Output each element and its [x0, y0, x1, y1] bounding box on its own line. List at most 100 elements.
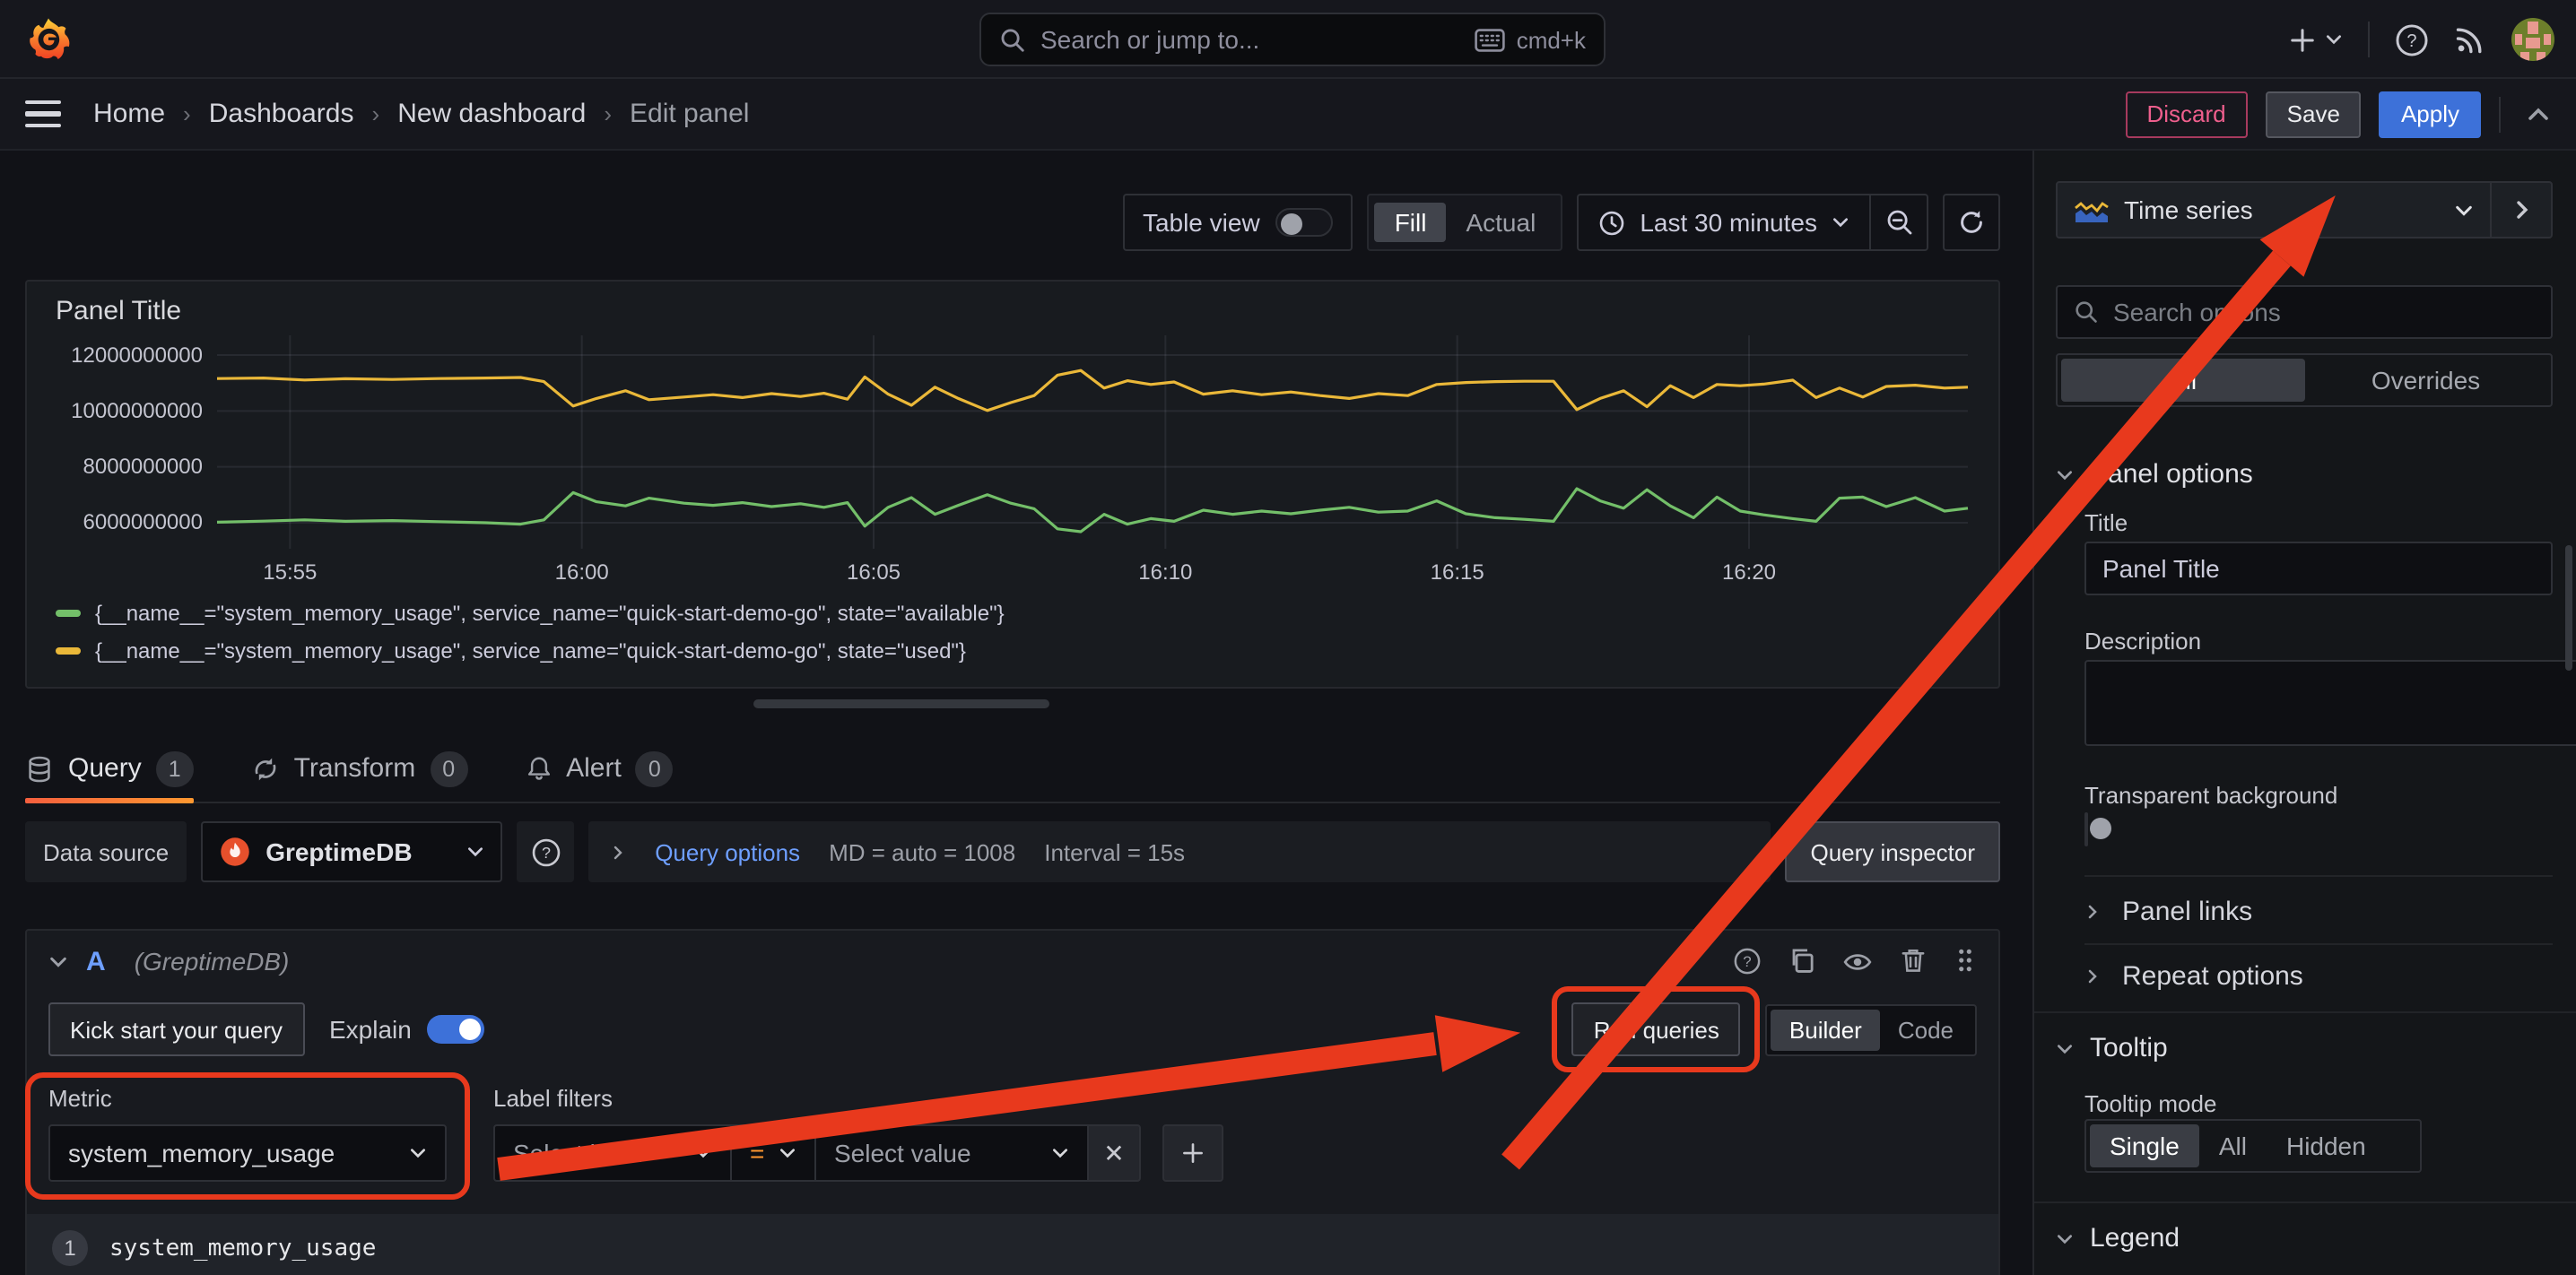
help-icon[interactable]: ?: [2395, 22, 2429, 56]
add-new-button[interactable]: [2289, 26, 2343, 53]
datasource-picker[interactable]: GreptimeDB: [201, 821, 502, 882]
kick-start-query-button[interactable]: Kick start your query: [48, 1002, 304, 1056]
collapse-options-chevron-up-icon[interactable]: [2526, 101, 2551, 126]
drag-handle-grip-icon[interactable]: [1954, 946, 1977, 976]
viz-suggestions-chevron-right-icon[interactable]: [2492, 183, 2551, 237]
search-icon: [999, 26, 1026, 53]
options-filter-switch: All Overrides: [2056, 353, 2553, 407]
save-button[interactable]: Save: [2266, 91, 2362, 137]
legend-item[interactable]: {__name__="system_memory_usage", service…: [56, 601, 1005, 626]
chevron-right-icon[interactable]: [610, 844, 626, 860]
query-toolbar: Kick start your query Explain Run querie…: [48, 1002, 1977, 1056]
grafana-logo-icon[interactable]: [25, 16, 72, 63]
zoom-out-time-icon[interactable]: [1869, 195, 1927, 249]
filter-all-option[interactable]: All: [2061, 359, 2304, 402]
global-search-input[interactable]: Search or jump to... cmd+k: [979, 13, 1606, 66]
explain-toggle[interactable]: [428, 1015, 485, 1044]
legend-label: {__name__="system_memory_usage", service…: [95, 638, 966, 664]
discard-button[interactable]: Discard: [2126, 91, 2248, 137]
table-view-label: Table view: [1143, 208, 1260, 237]
chevron-down-icon: [2056, 1229, 2074, 1247]
bell-icon: [525, 755, 552, 782]
operator-dropdown[interactable]: =: [730, 1124, 814, 1182]
x-axis-tick-label: 16:00: [525, 559, 640, 585]
add-filter-plus-icon[interactable]: [1162, 1124, 1223, 1182]
select-label-dropdown[interactable]: Select label: [493, 1124, 730, 1182]
chevron-down-icon[interactable]: [48, 951, 68, 971]
query-editor-card: A (GreptimeDB) ? Kick start your query E…: [25, 929, 2000, 1275]
grafana-edit-panel-screen: Search or jump to... cmd+k ?: [0, 0, 2576, 1275]
apply-button[interactable]: Apply: [2380, 91, 2481, 137]
metric-annotation-ring: Metric system_memory_usage: [48, 1085, 447, 1182]
time-range-picker[interactable]: Last 30 minutes: [1579, 195, 1869, 249]
editor-tabs: Query 1 Transform 0 Alert 0: [25, 735, 2000, 803]
query-datasource-hint: (GreptimeDB): [135, 947, 290, 976]
filter-overrides-option[interactable]: Overrides: [2304, 359, 2547, 402]
tab-alert[interactable]: Alert 0: [525, 734, 674, 802]
metric-select[interactable]: system_memory_usage: [48, 1124, 447, 1182]
x-axis-tick-label: 16:05: [816, 559, 931, 585]
menu-hamburger-icon[interactable]: [25, 100, 61, 128]
chevron-down-icon: [1051, 1144, 1069, 1162]
y-axis-tick-label: 8000000000: [27, 455, 203, 480]
description-textarea[interactable]: [2084, 660, 2576, 746]
query-inspector-button[interactable]: Query inspector: [1785, 821, 2000, 882]
panel-links-section[interactable]: Panel links: [2084, 897, 2553, 927]
breadcrumb-dashboards[interactable]: Dashboards: [209, 99, 354, 129]
breadcrumb: Home › Dashboards › New dashboard › Edit…: [93, 99, 749, 129]
transparent-background-toggle[interactable]: [2084, 812, 2088, 846]
code-option[interactable]: Code: [1880, 1009, 1971, 1050]
datasource-help-icon[interactable]: ?: [517, 821, 574, 882]
tooltip-section-header[interactable]: Tooltip: [2056, 1033, 2553, 1063]
user-avatar[interactable]: [2511, 18, 2554, 61]
visualization-picker[interactable]: Time series: [2058, 183, 2492, 237]
panel-title-input[interactable]: Panel Title: [2084, 542, 2553, 595]
breadcrumb-dashboard[interactable]: New dashboard: [397, 99, 586, 129]
select-value-dropdown[interactable]: Select value: [814, 1124, 1087, 1182]
duplicate-query-icon[interactable]: [1788, 946, 1815, 976]
transparent-background-label: Transparent background: [2084, 782, 2553, 809]
search-options-input[interactable]: Search options: [2056, 285, 2553, 339]
builder-option[interactable]: Builder: [1771, 1009, 1880, 1050]
database-icon: [25, 754, 54, 783]
hide-query-eye-icon[interactable]: [1842, 946, 1873, 976]
panel-preview[interactable]: Panel Title 1200000000010000000000800000…: [25, 280, 2000, 689]
query-help-icon[interactable]: ?: [1733, 946, 1762, 976]
run-queries-button[interactable]: Run queries: [1572, 1002, 1741, 1056]
tooltip-all-option[interactable]: All: [2199, 1124, 2267, 1167]
chevron-down-icon: [779, 1144, 796, 1162]
table-view-toggle[interactable]: [1276, 208, 1334, 237]
repeat-options-section[interactable]: Repeat options: [2084, 961, 2553, 992]
breadcrumb-separator: ›: [372, 100, 380, 127]
actual-option[interactable]: Actual: [1446, 203, 1555, 242]
search-placeholder: Search or jump to...: [1040, 25, 1259, 54]
remove-filter-close-icon[interactable]: ✕: [1087, 1124, 1141, 1182]
tab-transform[interactable]: Transform 0: [251, 734, 468, 802]
datasource-name: GreptimeDB: [265, 837, 452, 866]
panel-options-section-header[interactable]: Panel options: [2056, 459, 2553, 490]
chevron-down-icon: [2056, 1039, 2074, 1057]
fill-option[interactable]: Fill: [1375, 203, 1447, 242]
keyboard-icon: [1475, 28, 1506, 51]
tooltip-single-option[interactable]: Single: [2090, 1124, 2199, 1167]
news-rss-icon[interactable]: [2454, 23, 2486, 56]
query-row-header[interactable]: A (GreptimeDB) ?: [27, 931, 1998, 992]
legend-item[interactable]: {__name__="system_memory_usage", service…: [56, 638, 1005, 664]
metric-label: Metric: [48, 1085, 447, 1112]
tooltip-hidden-option[interactable]: Hidden: [2267, 1124, 2386, 1167]
legend-swatch-icon: [56, 610, 81, 617]
refresh-icon[interactable]: [1943, 194, 2000, 251]
breadcrumb-separator: ›: [604, 100, 612, 127]
sidebar-scrollbar-thumb[interactable]: [2565, 545, 2572, 671]
legend-section-header[interactable]: Legend: [2056, 1223, 2553, 1253]
y-axis-tick-label: 12000000000: [27, 343, 203, 368]
delete-query-trash-icon[interactable]: [1900, 946, 1927, 976]
tab-query[interactable]: Query 1: [25, 734, 194, 802]
series-line: [217, 370, 1968, 411]
breadcrumb-home[interactable]: Home: [93, 99, 165, 129]
horizontal-scrollbar-thumb[interactable]: [753, 699, 1049, 708]
svg-text:?: ?: [1743, 952, 1751, 969]
topbar-divider: [2368, 22, 2370, 57]
chevron-down-icon: [694, 1144, 712, 1162]
query-options-link[interactable]: Query options: [655, 838, 800, 865]
